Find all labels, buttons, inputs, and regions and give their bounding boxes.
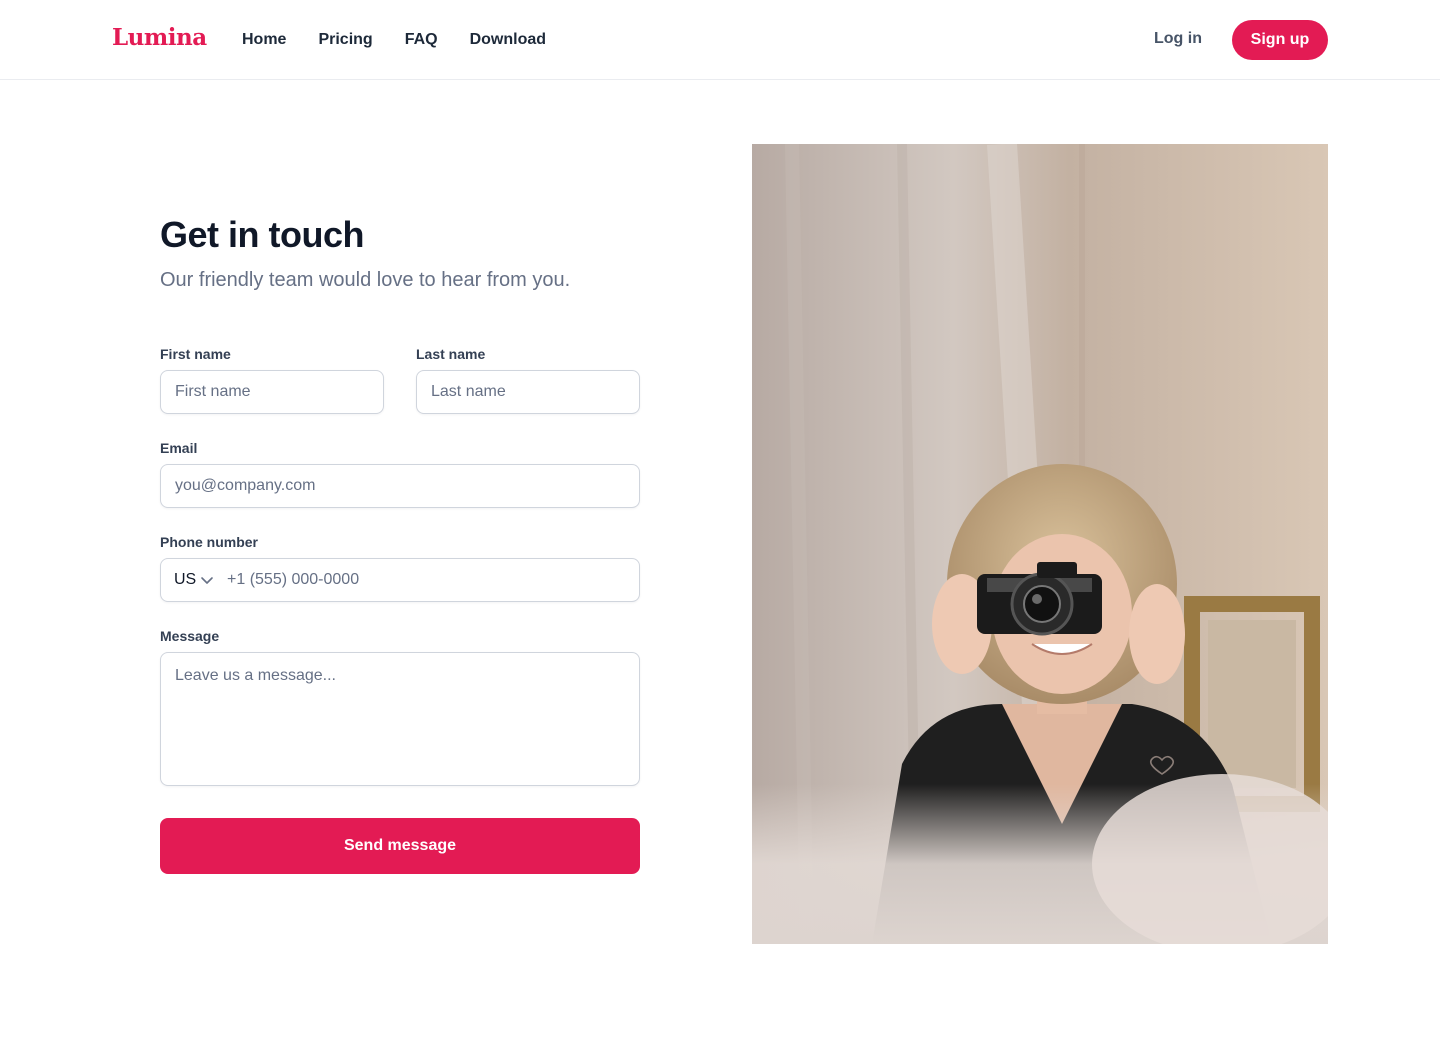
send-message-button[interactable]: Send message xyxy=(160,818,640,874)
first-name-field[interactable] xyxy=(160,370,384,414)
chevron-down-icon xyxy=(201,577,214,584)
nav-item-download[interactable]: Download xyxy=(470,31,546,49)
nav-item-home[interactable]: Home xyxy=(242,31,286,49)
page-subtitle: Our friendly team would love to hear fro… xyxy=(160,269,571,291)
phone-label: Phone number xyxy=(160,534,259,550)
brand-logo[interactable]: Lumina xyxy=(112,24,207,51)
last-name-field[interactable] xyxy=(416,370,640,414)
message-field[interactable] xyxy=(160,652,640,786)
woman-with-camera-photo xyxy=(752,144,1328,944)
site-header: Lumina Home Pricing FAQ Download Log in … xyxy=(0,0,1440,80)
phone-field-group: US xyxy=(160,558,640,602)
signup-button[interactable]: Sign up xyxy=(1232,20,1328,60)
first-name-label: First name xyxy=(160,346,231,362)
photo-illustration xyxy=(752,144,1328,944)
nav-item-faq[interactable]: FAQ xyxy=(405,31,438,49)
email-label: Email xyxy=(160,440,198,456)
page-title: Get in touch xyxy=(160,214,365,255)
message-label: Message xyxy=(160,628,220,644)
email-field[interactable] xyxy=(160,464,640,508)
login-link[interactable]: Log in xyxy=(1154,30,1202,48)
main-nav: Home Pricing FAQ Download xyxy=(242,0,578,80)
nav-item-pricing[interactable]: Pricing xyxy=(318,31,372,49)
country-select[interactable]: US xyxy=(174,571,214,589)
phone-input[interactable] xyxy=(227,560,627,600)
last-name-label: Last name xyxy=(416,346,486,362)
country-code: US xyxy=(174,571,197,588)
